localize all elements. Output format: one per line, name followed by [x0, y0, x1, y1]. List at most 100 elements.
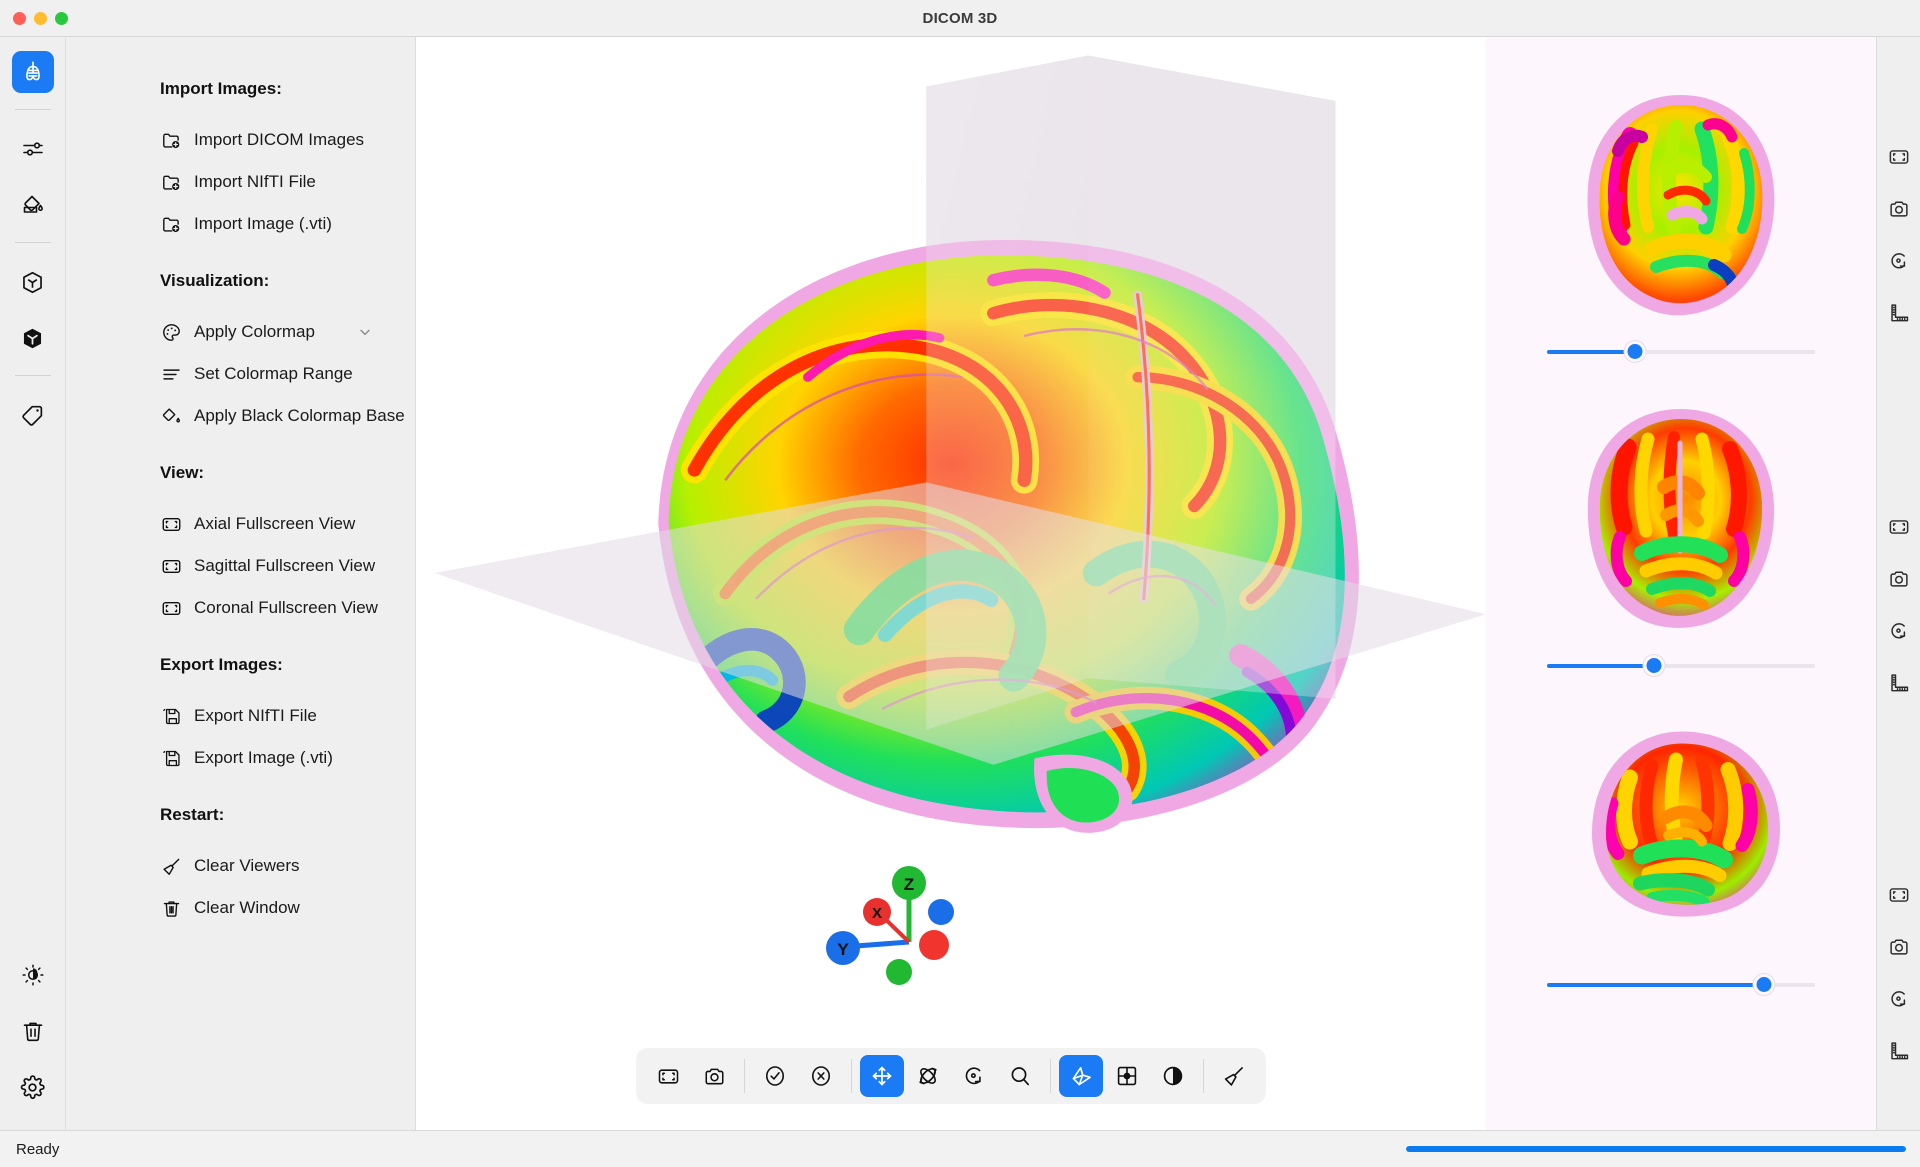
menu-item-label: Sagittal Fullscreen View [194, 556, 376, 575]
rail-item-trash[interactable] [12, 1010, 54, 1052]
rail-item-paint-bucket[interactable] [12, 184, 54, 226]
ruler-icon [1888, 302, 1910, 324]
sagittal-slice-image[interactable] [1556, 705, 1806, 960]
menu-item-export-vti[interactable]: Export Image (.vti) [66, 737, 415, 779]
menu-item-import-vti[interactable]: Import Image (.vti) [66, 203, 415, 245]
sagittal-slice-slider[interactable] [1547, 974, 1815, 996]
menu-item-clear-viewers[interactable]: Clear Viewers [66, 845, 415, 887]
menu-item-label: Import DICOM Images [194, 130, 365, 149]
camera-icon [1888, 936, 1910, 958]
sagittal-fullscreen-button[interactable] [1883, 879, 1915, 911]
menu-item-coronal-fullscreen[interactable]: Coronal Fullscreen View [66, 587, 415, 629]
menu-item-apply-colormap[interactable]: Apply Colormap [66, 311, 415, 353]
coronal-fullscreen-button[interactable] [1883, 511, 1915, 543]
folder-add-icon [160, 129, 182, 151]
coronal-rotate-button[interactable] [1883, 615, 1915, 647]
thumbnail-block-coronal [1486, 391, 1876, 705]
cube-outline-icon [20, 270, 45, 295]
fullscreen-icon [160, 555, 182, 577]
contrast-icon [1161, 1064, 1185, 1088]
title-bar: DICOM 3D [0, 0, 1920, 37]
paint-bucket-icon [21, 193, 45, 217]
toolbar-layout-button[interactable] [1105, 1055, 1149, 1097]
coronal-measure-button[interactable] [1883, 667, 1915, 699]
menu-item-sagittal-fullscreen[interactable]: Sagittal Fullscreen View [66, 545, 415, 587]
menu-item-export-nifti[interactable]: Export NIfTI File [66, 695, 415, 737]
broom-icon [160, 855, 182, 877]
axial-measure-button[interactable] [1883, 297, 1915, 329]
toolbar-screenshot-button[interactable] [692, 1055, 736, 1097]
toolbar-slice-button[interactable] [1059, 1055, 1103, 1097]
ruler-icon [1888, 672, 1910, 694]
toolbar-clear-button[interactable] [1212, 1055, 1256, 1097]
rail-divider-2 [14, 242, 51, 243]
sagittal-measure-button[interactable] [1883, 1035, 1915, 1067]
zoom-icon [1008, 1064, 1032, 1088]
rail-item-settings[interactable] [12, 1066, 54, 1108]
slider-knob[interactable] [1624, 341, 1646, 362]
chevron-down-icon[interactable] [357, 324, 373, 340]
save-icon [160, 705, 182, 727]
status-message: Ready [16, 1140, 60, 1158]
rail-item-brightness[interactable] [12, 954, 54, 996]
toolbar-cancel-button[interactable] [799, 1055, 843, 1097]
rail-item-tag[interactable] [12, 394, 54, 436]
menu-item-label: Apply Black Colormap Base [194, 406, 405, 425]
axial-rotate-button[interactable] [1883, 245, 1915, 277]
section-heading-visualization: Visualization: [160, 271, 270, 290]
slider-knob[interactable] [1753, 974, 1775, 995]
move-icon [870, 1064, 894, 1088]
ruler-icon [1888, 1040, 1910, 1062]
save-icon [160, 747, 182, 769]
toolbar-rotate-button[interactable] [952, 1055, 996, 1097]
menu-item-label: Export NIfTI File [194, 706, 317, 725]
camera-icon [1888, 198, 1910, 220]
toolbar-zoom-button[interactable] [998, 1055, 1042, 1097]
sagittal-rotate-button[interactable] [1883, 983, 1915, 1015]
rail-item-cube-filled[interactable] [12, 317, 54, 359]
broom-icon [1222, 1064, 1246, 1088]
toolbar-pan-button[interactable] [860, 1055, 904, 1097]
slider-knob[interactable] [1643, 655, 1665, 676]
rail-item-lungs[interactable] [11, 51, 54, 93]
progress-bar [1406, 1146, 1906, 1152]
rail-item-sliders[interactable] [12, 128, 54, 170]
gear-icon [20, 1074, 45, 1100]
sagittal-screenshot-button[interactable] [1883, 931, 1915, 963]
menu-item-clear-window[interactable]: Clear Window [66, 887, 415, 929]
section-heading-import: Import Images: [160, 79, 282, 98]
toolbar-confirm-button[interactable] [753, 1055, 797, 1097]
axial-slice-slider[interactable] [1547, 341, 1815, 363]
axial-slice-image[interactable] [1556, 77, 1806, 327]
axial-fullscreen-button[interactable] [1883, 141, 1915, 173]
check-circle-icon [763, 1064, 787, 1088]
render-viewport[interactable]: Z X Y [416, 37, 1486, 1130]
left-icon-rail [0, 37, 66, 1130]
toolbar-contrast-button[interactable] [1151, 1055, 1195, 1097]
folder-add-icon [160, 171, 182, 193]
menu-item-apply-black-colormap-base[interactable]: Apply Black Colormap Base [66, 395, 415, 437]
window-title: DICOM 3D [922, 9, 998, 27]
menu-item-import-dicom[interactable]: Import DICOM Images [66, 119, 415, 161]
orientation-axes-widget[interactable]: Z X Y [811, 850, 981, 1000]
axis-sphere-minus-z [886, 959, 912, 985]
fullscreen-icon [1888, 884, 1910, 906]
toolbar-fullscreen-button[interactable] [646, 1055, 690, 1097]
grid-layout-icon [1115, 1064, 1139, 1088]
menu-item-import-nifti[interactable]: Import NIfTI File [66, 161, 415, 203]
app-window: DICOM 3D Import Images: Import DICOM Ima… [0, 0, 1920, 1167]
palette-icon [160, 321, 182, 343]
fullscreen-icon [657, 1065, 680, 1088]
coronal-slice-slider[interactable] [1547, 655, 1815, 677]
menu-item-set-colormap-range[interactable]: Set Colormap Range [66, 353, 415, 395]
slider-fill [1547, 350, 1636, 354]
menu-item-axial-fullscreen[interactable]: Axial Fullscreen View [66, 503, 415, 545]
rail-divider-3 [14, 375, 51, 376]
coronal-screenshot-button[interactable] [1883, 563, 1915, 595]
rail-item-cube-outline[interactable] [12, 261, 54, 303]
axial-screenshot-button[interactable] [1883, 193, 1915, 225]
menu-panel: Import Images: Import DICOM Images Impor… [66, 37, 416, 1130]
coronal-slice-image[interactable] [1556, 391, 1806, 641]
toolbar-rotate-3d-button[interactable] [906, 1055, 950, 1097]
right-icon-rail [1876, 37, 1920, 1130]
